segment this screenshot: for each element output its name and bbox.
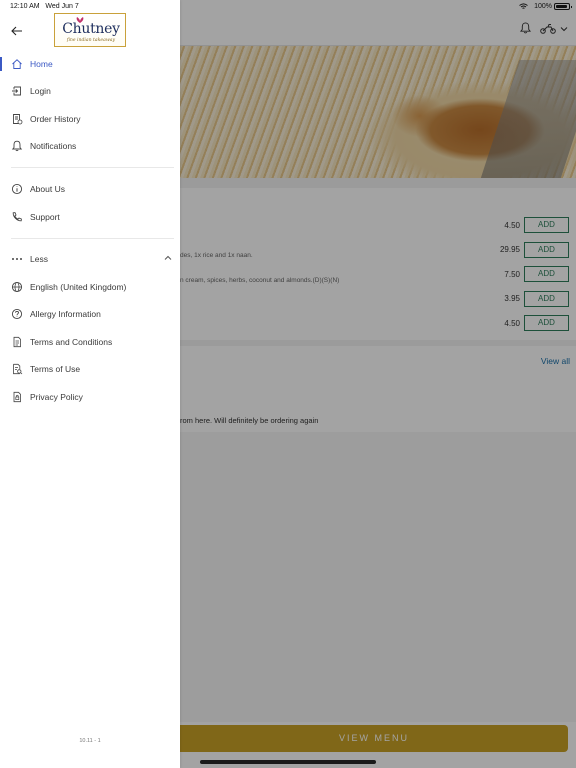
nav-item-terms-and-conditions[interactable]: Terms and Conditions <box>0 332 180 352</box>
document-search-icon <box>13 363 23 375</box>
home-icon <box>12 59 22 69</box>
home-indicator[interactable] <box>200 760 376 764</box>
nav-item-support[interactable]: Support <box>0 207 180 227</box>
nav-item-label: Notifications <box>30 141 77 151</box>
logo-wordmark: Chutney <box>62 21 120 37</box>
question-icon <box>11 308 23 320</box>
nav-item-allergy-information[interactable]: Allergy Information <box>0 304 180 324</box>
nav-item-order-history[interactable]: Order History <box>0 109 180 129</box>
less-label: Less <box>30 254 48 264</box>
nav-item-label: Privacy Policy <box>30 392 83 402</box>
status-time: 12:10 AM <box>10 3 40 10</box>
status-time-date: 12:10 AM Wed Jun 7 <box>10 3 79 10</box>
chevron-up-icon[interactable] <box>164 255 172 261</box>
nav-item-label: Home <box>30 59 53 69</box>
wifi-icon <box>519 3 528 9</box>
nav-item-label: Allergy Information <box>30 309 101 319</box>
logo-subtitle: fine indian takeaway <box>66 38 116 43</box>
phone-icon <box>12 212 22 222</box>
nav-item-label: About Us <box>30 184 65 194</box>
privacy-icon <box>13 391 21 403</box>
nav-item-home[interactable]: Home <box>0 54 180 74</box>
nav-item-label: Support <box>30 212 60 222</box>
nav-item-label: Order History <box>30 114 81 124</box>
nav-item-label: Login <box>30 86 51 96</box>
navigation-drawer: Chutney fine indian takeaway Home Login … <box>0 0 180 768</box>
nav-item-language[interactable]: English (United Kingdom) <box>0 277 180 297</box>
back-arrow-icon[interactable] <box>11 26 23 36</box>
battery-percent: 100% <box>534 3 552 10</box>
restaurant-logo: Chutney fine indian takeaway <box>54 13 126 47</box>
login-icon <box>12 86 21 96</box>
nav-item-notifications[interactable]: Notifications <box>0 136 180 156</box>
nav-item-privacy-policy[interactable]: Privacy Policy <box>0 387 180 407</box>
nav-item-login[interactable]: Login <box>0 81 180 101</box>
battery-icon <box>554 3 572 10</box>
status-date: Wed Jun 7 <box>45 3 79 10</box>
receipt-icon <box>13 114 23 125</box>
less-toggle[interactable]: Less <box>0 249 180 269</box>
menu-divider <box>11 167 174 168</box>
bell-icon <box>11 140 23 152</box>
info-icon <box>11 183 23 195</box>
nav-item-about-us[interactable]: About Us <box>0 179 180 199</box>
document-icon <box>13 336 21 348</box>
app-version: 10.11 - 1 <box>79 738 101 744</box>
nav-item-terms-of-use[interactable]: Terms of Use <box>0 359 180 379</box>
nav-item-label: Terms of Use <box>30 364 81 374</box>
nav-item-label: English (United Kingdom) <box>30 282 127 292</box>
globe-icon <box>11 281 23 293</box>
menu-divider <box>11 238 174 239</box>
more-dots-icon <box>12 258 22 260</box>
nav-item-label: Terms and Conditions <box>30 337 113 347</box>
